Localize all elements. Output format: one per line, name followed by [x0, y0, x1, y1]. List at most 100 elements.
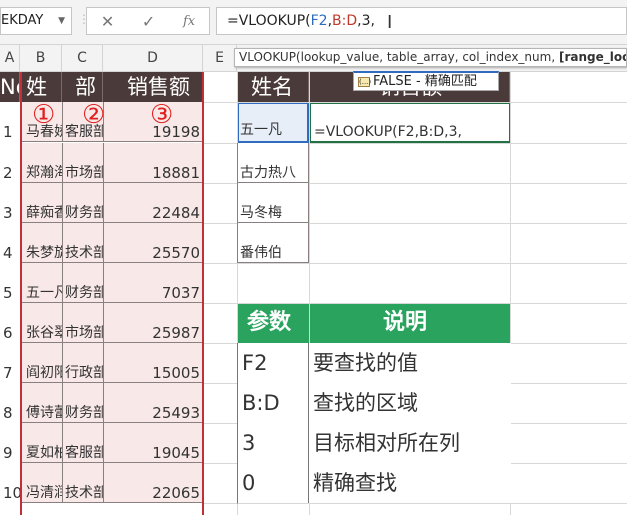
- row-dept[interactable]: 财务部: [65, 403, 103, 423]
- row-no[interactable]: 8: [3, 403, 13, 423]
- row-sales[interactable]: 15005: [104, 363, 200, 383]
- row-name[interactable]: 阎初阳: [26, 363, 62, 383]
- row-dept[interactable]: 财务部: [65, 283, 103, 303]
- cell-divider: [62, 102, 63, 142]
- autocomplete-item[interactable]: FALSE - 精确匹配: [373, 74, 477, 89]
- param-name[interactable]: 3: [242, 423, 255, 463]
- params-header-desc: 说明: [309, 303, 510, 343]
- enter-check-icon[interactable]: ✓: [142, 12, 155, 31]
- row-no[interactable]: 3: [3, 203, 13, 223]
- row-dept[interactable]: 市场部: [65, 163, 103, 183]
- row-sales[interactable]: 18881: [104, 163, 200, 183]
- params-divider: [308, 463, 309, 503]
- cell-divider: [62, 263, 63, 303]
- cell-divider: [62, 183, 63, 223]
- lookup-name-cell[interactable]: 五一凡: [240, 120, 282, 140]
- header-dept: 部门: [62, 72, 103, 129]
- cell-divider: [62, 303, 63, 343]
- row-no[interactable]: 9: [3, 443, 13, 463]
- params-divider: [308, 383, 309, 423]
- param-desc[interactable]: 目标相对所在列: [313, 423, 460, 463]
- row-name[interactable]: 冯清润: [26, 483, 62, 503]
- params-divider: [308, 423, 309, 463]
- row-name[interactable]: 夏如柏: [26, 443, 62, 463]
- row-no[interactable]: 4: [3, 243, 13, 263]
- header-no: No: [0, 72, 20, 102]
- row-name[interactable]: 五一凡: [26, 283, 62, 303]
- row-name[interactable]: 张谷翠: [26, 323, 62, 343]
- autocomplete-list[interactable]: (...) FALSE - 精确匹配: [353, 71, 499, 91]
- param-name[interactable]: B:D: [242, 383, 280, 423]
- column-header-a[interactable]: A: [0, 45, 20, 72]
- column-header-b[interactable]: B: [20, 45, 62, 72]
- formula-text: =VLOOKUP(: [227, 13, 311, 29]
- row-sales[interactable]: 25987: [104, 323, 200, 343]
- row-sales[interactable]: 7037: [104, 283, 200, 303]
- header-name: 姓名: [20, 72, 62, 129]
- param-desc[interactable]: 精确查找: [313, 463, 397, 503]
- params-divider: [308, 343, 309, 383]
- row-no[interactable]: 10: [3, 483, 22, 503]
- param-name[interactable]: F2: [242, 343, 267, 383]
- lookup-header-name: 姓名: [237, 72, 309, 102]
- cell-divider: [62, 143, 63, 183]
- cell-formula-text: =VLOOKUP(F2,B:D,3,: [314, 124, 462, 140]
- formula-buttons: ✕ ✓ fx: [86, 7, 210, 35]
- annotation-2: ②: [82, 100, 106, 130]
- active-edit-cell[interactable]: =VLOOKUP(F2,B:D,3,: [309, 102, 511, 143]
- row-dept[interactable]: 技术部: [65, 483, 103, 503]
- tooltip-optional-arg[interactable]: [range_lookup]: [559, 50, 626, 64]
- cell-divider: [62, 343, 63, 383]
- param-name[interactable]: 0: [242, 463, 255, 503]
- row-no[interactable]: 7: [3, 363, 13, 383]
- row-no[interactable]: 6: [3, 323, 13, 343]
- row-name[interactable]: 郑瀚海: [26, 163, 62, 183]
- column-header-e[interactable]: E: [203, 45, 237, 72]
- row-no[interactable]: 2: [3, 163, 13, 183]
- formula-ref-1: F2: [310, 13, 328, 29]
- lookup-name-cell[interactable]: 马冬梅: [240, 203, 282, 223]
- insert-function-icon[interactable]: fx: [183, 14, 195, 29]
- row-sales[interactable]: 25493: [104, 403, 200, 423]
- annotation-1: ①: [32, 100, 56, 130]
- params-header-param: 参数: [237, 303, 309, 343]
- row-dept[interactable]: 客服部: [65, 443, 103, 463]
- column-header-d[interactable]: D: [103, 45, 203, 72]
- row-sales[interactable]: 25570: [104, 243, 200, 263]
- header-sales: 销售额: [103, 72, 203, 102]
- chevron-down-icon[interactable]: ▼: [58, 8, 65, 34]
- cell-divider: [62, 383, 63, 423]
- row-sales[interactable]: 22065: [104, 483, 200, 503]
- grid-line: [204, 303, 627, 304]
- column-header-c[interactable]: C: [62, 45, 103, 72]
- row-name[interactable]: 薛痴香: [26, 203, 62, 223]
- lookup-name-cell[interactable]: 古力热八: [240, 163, 296, 183]
- tooltip-text: VLOOKUP(lookup_value, table_array, col_i…: [239, 50, 559, 64]
- annotation-3: ③: [150, 100, 174, 130]
- name-box-value: EKDAY: [1, 13, 44, 28]
- cancel-icon[interactable]: ✕: [101, 12, 114, 31]
- formula-ref-2: B:D: [332, 13, 358, 29]
- row-no[interactable]: 1: [3, 122, 13, 142]
- name-box[interactable]: EKDAY ▼: [0, 7, 72, 35]
- function-tooltip: VLOOKUP(lookup_value, table_array, col_i…: [234, 48, 627, 67]
- param-desc[interactable]: 要查找的值: [313, 343, 418, 383]
- row-dept[interactable]: 行政部: [65, 363, 103, 383]
- param-desc[interactable]: 查找的区域: [313, 383, 418, 423]
- row-sales[interactable]: 22484: [104, 203, 200, 223]
- row-no[interactable]: 5: [3, 283, 13, 303]
- row-dept[interactable]: 技术部: [65, 243, 103, 263]
- row-dept[interactable]: 市场部: [65, 323, 103, 343]
- row-name[interactable]: 傅诗蕾: [26, 403, 62, 423]
- row-dept[interactable]: 财务部: [65, 203, 103, 223]
- cell-divider: [62, 223, 63, 263]
- formula-rest: ,3,: [357, 13, 375, 29]
- row-name[interactable]: 朱梦旋: [26, 243, 62, 263]
- text-cursor-icon: I: [387, 12, 393, 33]
- grid-line: [204, 102, 627, 103]
- formula-input[interactable]: =VLOOKUP(F2,B:D,3, I: [216, 7, 627, 35]
- lookup-name-cell[interactable]: 番伟伯: [240, 243, 282, 263]
- cell-divider: [62, 463, 63, 503]
- cell-divider: [62, 423, 63, 463]
- row-sales[interactable]: 19045: [104, 443, 200, 463]
